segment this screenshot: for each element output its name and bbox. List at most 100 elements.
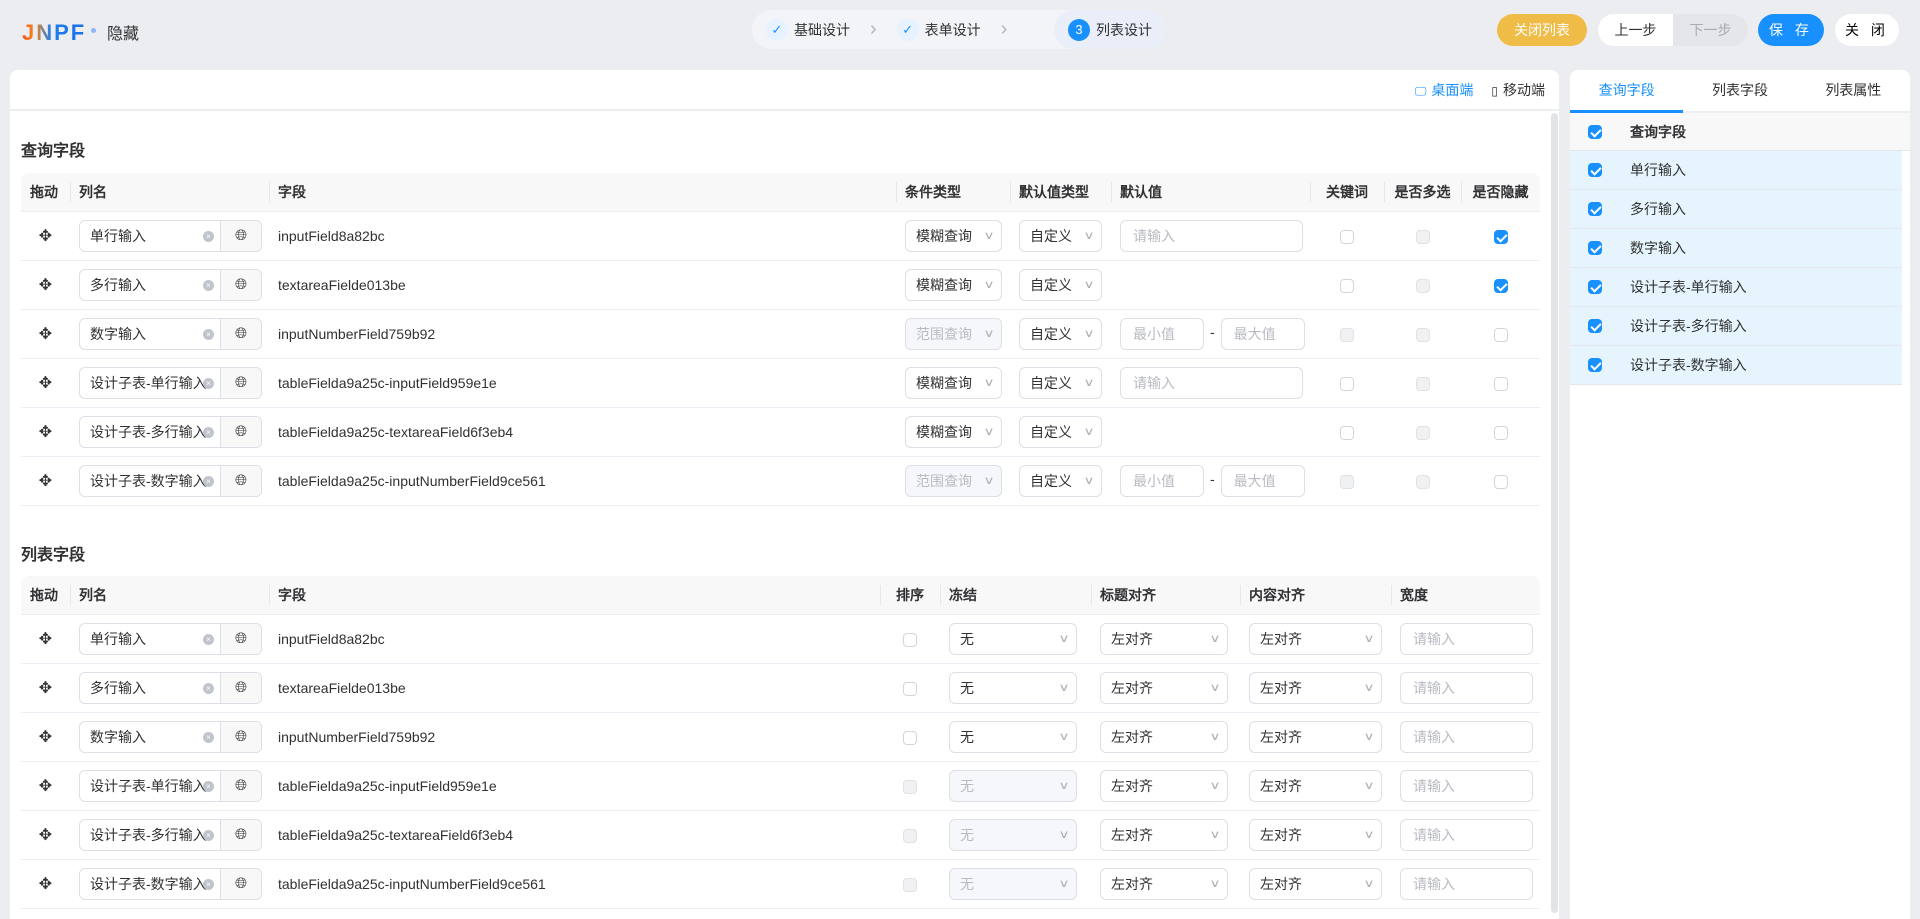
multiple-checkbox[interactable] [1415,229,1430,244]
multiple-checkbox[interactable] [1415,425,1430,440]
freeze-select[interactable]: 无 ∨ [949,720,1077,753]
field-checkbox[interactable] [1588,358,1602,372]
content-align-select[interactable]: 左对齐 ∨ [1249,769,1382,802]
side-field-item[interactable]: 多行输入 [1570,190,1902,229]
max-value-input[interactable]: 最大值 [1220,317,1305,350]
clear-icon[interactable]: × [203,780,214,792]
content-align-select[interactable]: 左对齐 ∨ [1249,818,1382,851]
drag-handle-icon[interactable]: ✥ [21,662,70,713]
globe-icon[interactable]: 🌐︎ [220,672,261,703]
tab-list-fields[interactable]: 列表字段 [1683,70,1796,111]
clear-icon[interactable]: × [203,878,214,890]
freeze-select[interactable]: 无 ∨ [949,769,1077,802]
min-value-input[interactable]: 最小值 [1120,464,1204,497]
column-name-input[interactable]: 设计子表-单行输入 × 🌐︎ [79,769,262,802]
side-field-item[interactable]: 设计子表-单行输入 [1570,268,1902,307]
title-align-select[interactable]: 左对齐 ∨ [1100,720,1228,753]
content-align-select[interactable]: 左对齐 ∨ [1249,867,1382,900]
desktop-tab[interactable]: 🖵 桌面端 [1415,80,1474,100]
width-input[interactable]: 请输入 [1400,769,1533,802]
globe-icon[interactable]: 🌐︎ [220,416,261,447]
prev-step-button[interactable]: 上一步 [1598,14,1673,46]
width-input[interactable]: 请输入 [1400,671,1533,704]
keyword-checkbox[interactable] [1340,229,1354,244]
hidden-checkbox[interactable] [1493,327,1508,342]
max-value-input[interactable]: 最大值 [1220,464,1305,497]
vertical-scrollbar[interactable] [1551,113,1558,913]
clear-icon[interactable]: × [203,377,214,389]
globe-icon[interactable]: 🌐︎ [220,318,261,349]
drag-handle-icon[interactable]: ✥ [21,760,70,811]
title-align-select[interactable]: 左对齐 ∨ [1100,671,1228,704]
hidden-checkbox[interactable] [1493,425,1508,440]
hidden-checkbox[interactable] [1493,474,1508,489]
width-input[interactable]: 请输入 [1400,622,1533,655]
default-type-select[interactable]: 自定义 ∨ [1019,464,1102,497]
freeze-select[interactable]: 无 ∨ [949,671,1077,704]
keyword-checkbox[interactable] [1340,376,1354,391]
field-checkbox[interactable] [1588,319,1602,333]
condition-type-select[interactable]: 模糊查询 ∨ [905,366,1002,399]
column-name-input[interactable]: 设计子表-多行输入 × 🌐︎ [79,415,262,448]
close-button[interactable]: 关 闭 [1835,14,1899,46]
column-name-input[interactable]: 数字输入 × 🌐︎ [79,317,262,350]
select-all-row[interactable]: 查询字段 [1570,113,1910,151]
clear-icon[interactable]: × [203,328,214,340]
multiple-checkbox[interactable] [1415,376,1430,391]
side-field-item[interactable]: 设计子表-数字输入 [1570,346,1902,385]
title-align-select[interactable]: 左对齐 ∨ [1100,867,1228,900]
drag-handle-icon[interactable]: ✥ [21,308,70,359]
drag-handle-icon[interactable]: ✥ [21,613,70,664]
sortable-checkbox[interactable] [903,779,917,794]
column-name-input[interactable]: 多行输入 × 🌐︎ [79,268,262,301]
default-type-select[interactable]: 自定义 ∨ [1019,219,1102,252]
select-all-checkbox[interactable] [1588,124,1602,139]
keyword-checkbox[interactable] [1340,327,1354,342]
step-form-design[interactable]: ✓ 表单设计 [883,10,995,49]
multiple-checkbox[interactable] [1415,327,1430,342]
close-list-button[interactable]: 关闭列表 [1497,14,1587,46]
sortable-checkbox[interactable] [903,730,917,745]
drag-handle-icon[interactable]: ✥ [21,455,70,506]
hidden-checkbox[interactable] [1493,229,1508,244]
drag-handle-icon[interactable]: ✥ [21,858,70,909]
globe-icon[interactable]: 🌐︎ [220,819,261,850]
condition-type-select[interactable]: 范围查询 ∨ [905,317,1002,350]
title-align-select[interactable]: 左对齐 ∨ [1100,818,1228,851]
default-type-select[interactable]: 自定义 ∨ [1019,366,1102,399]
title-align-select[interactable]: 左对齐 ∨ [1100,622,1228,655]
hidden-checkbox[interactable] [1493,278,1508,293]
default-type-select[interactable]: 自定义 ∨ [1019,317,1102,350]
column-name-input[interactable]: 数字输入 × 🌐︎ [79,720,262,753]
clear-icon[interactable]: × [203,731,214,743]
save-button[interactable]: 保 存 [1758,14,1824,46]
drag-handle-icon[interactable]: ✥ [21,406,70,457]
hidden-checkbox[interactable] [1493,376,1508,391]
clear-icon[interactable]: × [203,475,214,487]
freeze-select[interactable]: 无 ∨ [949,867,1077,900]
width-input[interactable]: 请输入 [1400,818,1533,851]
default-value-input[interactable]: 请输入 [1120,366,1303,399]
condition-type-select[interactable]: 模糊查询 ∨ [905,415,1002,448]
width-input[interactable]: 请输入 [1400,867,1533,900]
content-align-select[interactable]: 左对齐 ∨ [1249,622,1382,655]
sortable-checkbox[interactable] [903,681,917,696]
clear-icon[interactable]: × [203,633,214,645]
freeze-select[interactable]: 无 ∨ [949,818,1077,851]
globe-icon[interactable]: 🌐︎ [220,220,261,251]
multiple-checkbox[interactable] [1415,278,1430,293]
globe-icon[interactable]: 🌐︎ [220,269,261,300]
keyword-checkbox[interactable] [1340,474,1354,489]
drag-handle-icon[interactable]: ✥ [21,357,70,408]
sortable-checkbox[interactable] [903,828,917,843]
freeze-select[interactable]: 无 ∨ [949,622,1077,655]
drag-handle-icon[interactable]: ✥ [21,809,70,860]
step-list-design[interactable]: 3 列表设计 [1054,10,1166,49]
side-field-item[interactable]: 设计子表-多行输入 [1570,307,1902,346]
condition-type-select[interactable]: 模糊查询 ∨ [905,268,1002,301]
field-checkbox[interactable] [1588,163,1602,177]
side-field-item[interactable]: 单行输入 [1570,151,1902,190]
globe-icon[interactable]: 🌐︎ [220,721,261,752]
globe-icon[interactable]: 🌐︎ [220,367,261,398]
keyword-checkbox[interactable] [1340,278,1354,293]
